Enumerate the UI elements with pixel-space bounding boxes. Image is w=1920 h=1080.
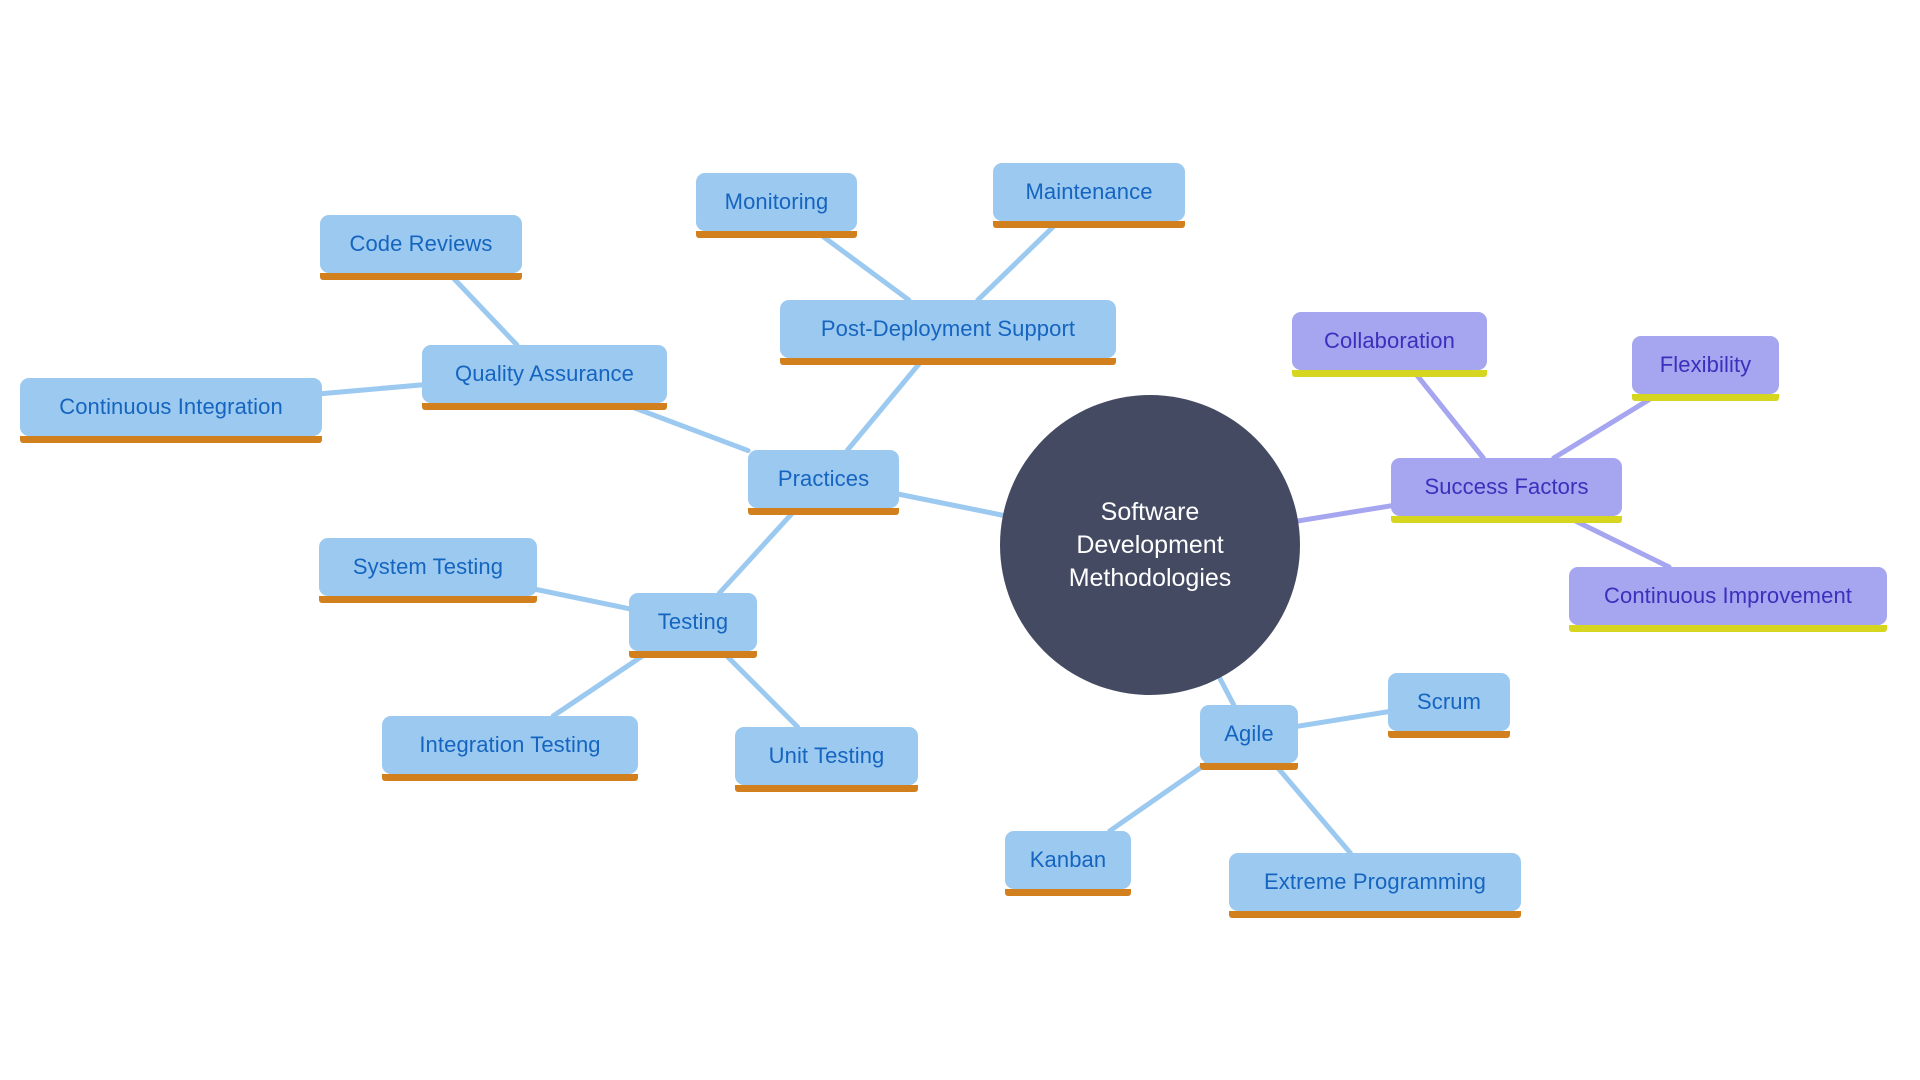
node-maintenance-label: Maintenance bbox=[1025, 178, 1153, 204]
node-code-reviews-label: Code Reviews bbox=[349, 230, 493, 256]
node-continuous-integration[interactable]: Continuous Integration bbox=[20, 378, 322, 443]
node-code-reviews[interactable]: Code Reviews bbox=[320, 215, 522, 280]
node-continuous-improvement-label: Continuous Improvement bbox=[1604, 582, 1852, 608]
center-node-label: Software Development Methodologies bbox=[1000, 496, 1300, 595]
node-system-testing-label: System Testing bbox=[352, 553, 504, 579]
node-system-testing[interactable]: System Testing bbox=[319, 538, 537, 603]
node-practices[interactable]: Practices bbox=[748, 450, 899, 515]
node-maintenance[interactable]: Maintenance bbox=[993, 163, 1185, 228]
node-kanban[interactable]: Kanban bbox=[1005, 831, 1131, 896]
node-monitoring-label: Monitoring bbox=[724, 188, 829, 214]
node-scrum[interactable]: Scrum bbox=[1388, 673, 1510, 738]
edge-testing-to-system-testing bbox=[534, 587, 632, 612]
node-practices-label: Practices bbox=[777, 465, 870, 491]
node-post-deployment-support-label: Post-Deployment Support bbox=[820, 315, 1076, 341]
node-testing-label: Testing bbox=[657, 608, 729, 634]
node-post-deployment-support[interactable]: Post-Deployment Support bbox=[780, 300, 1116, 365]
node-collaboration-label: Collaboration bbox=[1324, 327, 1455, 353]
edge-center-to-agile bbox=[1217, 675, 1237, 708]
node-extreme-programming-label: Extreme Programming bbox=[1264, 868, 1486, 894]
edge-post-deployment-support-to-monitoring bbox=[813, 228, 912, 303]
node-success-factors[interactable]: Success Factors bbox=[1391, 458, 1622, 523]
edge-center-to-practices bbox=[896, 491, 1006, 518]
node-monitoring[interactable]: Monitoring bbox=[696, 173, 857, 238]
edge-testing-to-integration-testing bbox=[550, 648, 653, 719]
node-quality-assurance[interactable]: Quality Assurance bbox=[422, 345, 667, 410]
center-line-1: Software Development bbox=[1076, 497, 1224, 559]
edge-quality-assurance-to-code-reviews bbox=[446, 270, 520, 348]
edge-practices-to-testing bbox=[716, 505, 800, 596]
node-scrum-label: Scrum bbox=[1416, 688, 1482, 714]
edge-agile-to-kanban bbox=[1107, 760, 1210, 834]
node-agile[interactable]: Agile bbox=[1200, 705, 1298, 770]
node-extreme-programming[interactable]: Extreme Programming bbox=[1229, 853, 1521, 918]
node-unit-testing[interactable]: Unit Testing bbox=[735, 727, 918, 792]
mindmap-canvas: Software Development Methodologies Pract… bbox=[0, 0, 1920, 1080]
node-kanban-label: Kanban bbox=[1029, 846, 1107, 872]
edge-post-deployment-support-to-maintenance bbox=[975, 218, 1062, 303]
node-testing[interactable]: Testing bbox=[629, 593, 757, 658]
edge-center-to-success-factors bbox=[1295, 503, 1394, 524]
node-collaboration[interactable]: Collaboration bbox=[1292, 312, 1487, 377]
edge-practices-to-post-deployment-support bbox=[845, 355, 927, 453]
edge-agile-to-scrum bbox=[1295, 709, 1391, 729]
edge-layer bbox=[319, 218, 1672, 856]
center-node[interactable]: Software Development Methodologies bbox=[1000, 395, 1300, 695]
edge-success-factors-to-collaboration bbox=[1410, 367, 1486, 461]
node-continuous-integration-label: Continuous Integration bbox=[59, 393, 283, 419]
node-agile-label: Agile bbox=[1224, 720, 1274, 746]
edge-success-factors-to-continuous-improvement bbox=[1562, 513, 1672, 570]
node-unit-testing-label: Unit Testing bbox=[768, 742, 885, 768]
node-integration-testing-label: Integration Testing bbox=[419, 731, 601, 757]
center-line-2: Methodologies bbox=[1068, 563, 1232, 592]
node-continuous-improvement[interactable]: Continuous Improvement bbox=[1569, 567, 1887, 632]
edge-practices-to-quality-assurance bbox=[619, 400, 751, 454]
node-quality-assurance-label: Quality Assurance bbox=[454, 360, 634, 386]
edge-quality-assurance-to-continuous-integration bbox=[319, 382, 425, 397]
edge-success-factors-to-flexibility bbox=[1551, 391, 1661, 461]
edge-testing-to-unit-testing bbox=[719, 648, 801, 730]
edge-agile-to-extreme-programming bbox=[1271, 760, 1353, 856]
node-flexibility[interactable]: Flexibility bbox=[1632, 336, 1779, 401]
node-integration-testing[interactable]: Integration Testing bbox=[382, 716, 638, 781]
node-success-factors-label: Success Factors bbox=[1424, 473, 1589, 499]
node-flexibility-label: Flexibility bbox=[1659, 351, 1752, 377]
